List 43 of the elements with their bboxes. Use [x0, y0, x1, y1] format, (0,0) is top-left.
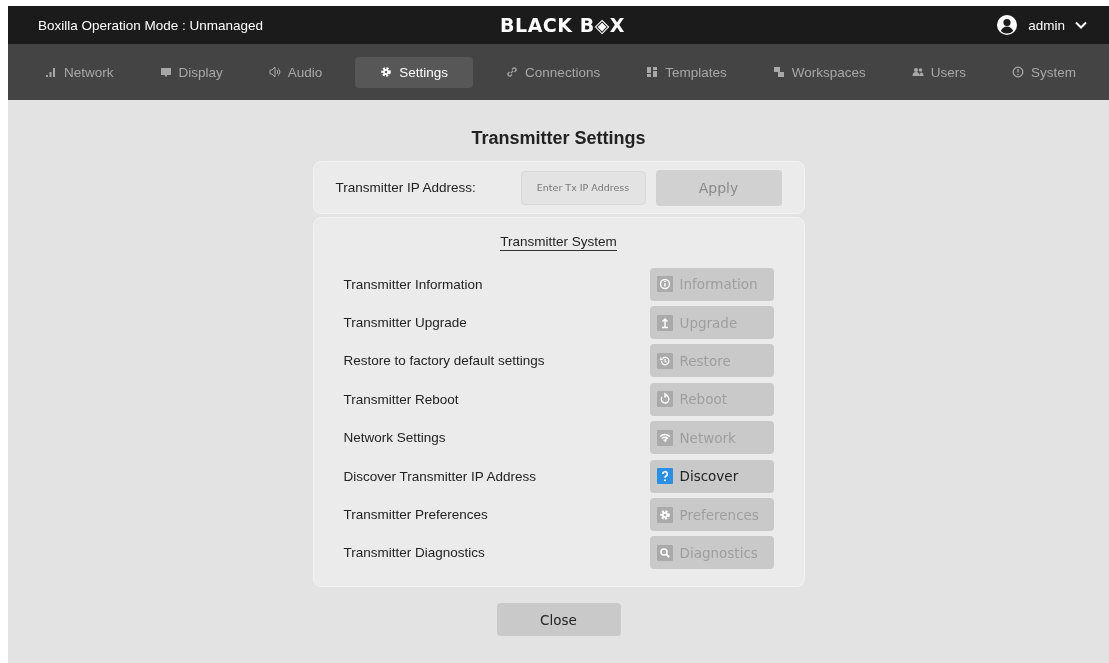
nav-tab[interactable]: Connections	[493, 56, 614, 88]
setting-label: Restore to factory default settings	[343, 353, 545, 369]
setting-label: Discover Transmitter IP Address	[343, 468, 537, 484]
question-icon	[656, 468, 673, 485]
nav-tab[interactable]: Settings	[355, 56, 474, 88]
search-icon	[656, 544, 673, 561]
chevron-down-icon[interactable]	[1075, 21, 1087, 29]
logo: BLACK B◈X	[500, 14, 625, 36]
close-button[interactable]: Close	[496, 603, 621, 637]
upload-icon	[656, 314, 673, 331]
nav-tab[interactable]: Audio	[255, 56, 336, 88]
grid-icon	[646, 66, 659, 78]
setting-label: Transmitter Diagnostics	[343, 545, 485, 561]
monitor-icon	[159, 66, 172, 78]
nav-tab[interactable]: Workspaces	[759, 56, 879, 88]
gear-icon	[656, 506, 673, 523]
setting-label: Transmitter Information	[343, 276, 483, 292]
username[interactable]: admin	[1028, 17, 1065, 33]
nav-tab[interactable]: Users	[898, 56, 979, 88]
settings-icon	[380, 66, 393, 78]
users-icon	[911, 66, 924, 78]
avatar-icon[interactable]	[996, 14, 1019, 36]
stacked-squares-icon	[772, 66, 785, 78]
setting-label: Transmitter Preferences	[343, 507, 488, 523]
setting-label: Network Settings	[343, 430, 446, 446]
signal-bars-icon	[45, 66, 57, 78]
action-button[interactable]: Discover	[649, 459, 774, 493]
nav-tab[interactable]: Network	[32, 56, 127, 88]
wifi-icon	[656, 429, 673, 446]
ip-address-input[interactable]: Enter Tx IP Address	[520, 170, 646, 205]
link-icon	[506, 66, 519, 78]
operation-mode-text: Boxilla Operation Mode : Unmanaged	[38, 17, 265, 33]
refresh-icon	[656, 391, 673, 408]
section-heading: Transmitter System	[500, 234, 617, 251]
setting-label: Transmitter Upgrade	[343, 315, 467, 331]
nav-tab[interactable]: Templates	[633, 56, 740, 88]
page-title: Transmitter Settings	[471, 128, 646, 149]
nav-tab[interactable]: System	[999, 56, 1089, 88]
nav-tab[interactable]: Display	[146, 56, 236, 88]
setting-label: Transmitter Reboot	[343, 391, 459, 407]
ip-address-label: Transmitter IP Address:	[335, 180, 477, 195]
speaker-icon	[268, 66, 281, 78]
history-icon	[656, 352, 673, 369]
